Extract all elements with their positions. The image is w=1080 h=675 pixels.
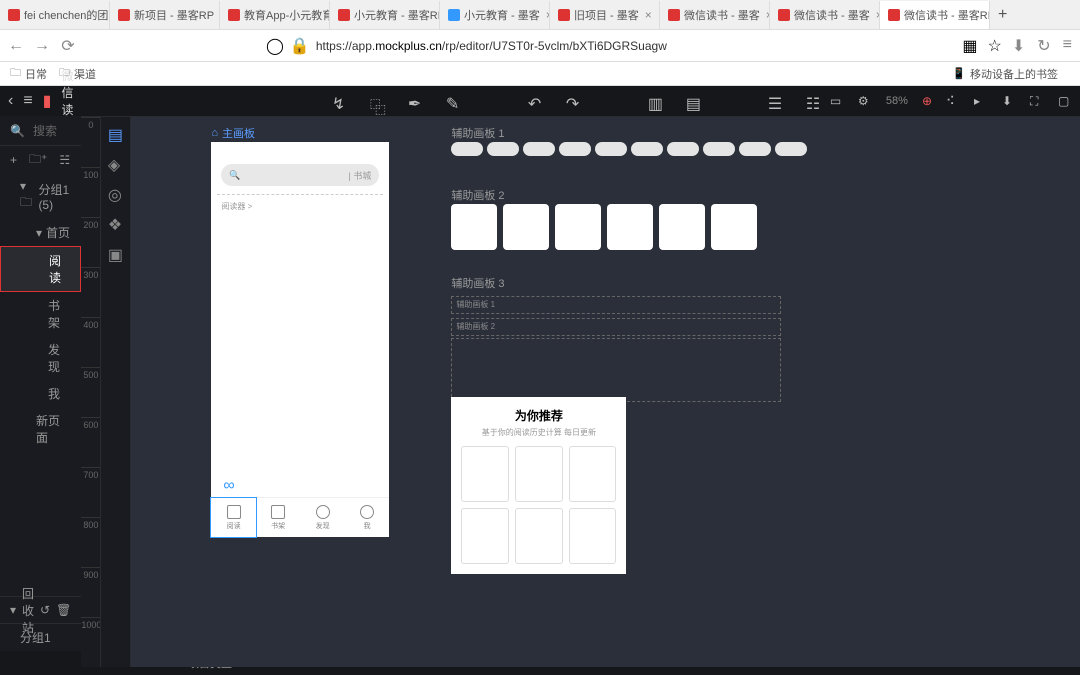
artboard-main[interactable]: 🔍| 书城 阅读器 > ∞ 阅读 书架 发现 我 — [211, 142, 389, 537]
back-icon[interactable]: ‹ — [8, 92, 13, 110]
logo-icon: ▮ — [43, 91, 52, 111]
tree-page-me[interactable]: 我 — [0, 380, 81, 407]
left-sidebar: 🔍 搜索 + 🗀⁺ ☵ ▾ 🗀 分组1 (5) ▾ 首页 阅读 书架 发现 我 … — [0, 116, 81, 651]
pencil-icon[interactable]: ✎ — [446, 94, 460, 108]
download-icon[interactable]: ⬇ — [1002, 94, 1016, 108]
redo-icon[interactable]: ↷ — [566, 94, 580, 108]
browser-tab[interactable]: 小元教育 - 墨客× — [440, 1, 550, 29]
browser-tab[interactable]: 微信读书 - 墨客× — [660, 1, 770, 29]
tree-page-read[interactable]: 阅读 — [0, 246, 81, 292]
trash-icon[interactable]: 🗑 — [56, 603, 71, 617]
bookmark-star-icon[interactable]: ☆ — [988, 36, 1002, 56]
mock-search-bar: 🔍| 书城 — [221, 164, 379, 186]
browser-toolbar: ← → ⟳ ◯ 🔒 https://app.mockplus.cn/rp/edi… — [0, 30, 1080, 62]
target-icon[interactable]: ◎ — [108, 185, 124, 201]
url-bar[interactable]: ◯ 🔒 https://app.mockplus.cn/rp/editor/U7… — [86, 36, 952, 56]
bookmark-folder[interactable]: 🗀 日常 — [10, 64, 47, 83]
bookmarks-bar: 🗀 日常 🗀 渠道 📱 移动设备上的书签 — [0, 62, 1080, 86]
search-placeholder[interactable]: 搜索 — [33, 122, 57, 139]
ruler-vertical: 01002003004005006007008009001000 — [81, 117, 101, 667]
zoom-percentage[interactable]: 58% — [886, 95, 908, 107]
canvas[interactable]: ⌂ 主画板 🔍| 书城 阅读器 > ∞ 阅读 书架 发现 我 辅助画板 1 — [131, 117, 1080, 667]
add-red-icon[interactable]: ⊕ — [922, 94, 932, 108]
browser-tab[interactable]: 旧项目 - 墨客× — [550, 1, 660, 29]
page-tree: ▾ 🗀 分组1 (5) ▾ 首页 阅读 书架 发现 我 新页面 — [0, 174, 81, 596]
link-handle-icon[interactable]: ∞ — [223, 477, 234, 495]
tree-page-home[interactable]: ▾ 首页 — [0, 219, 81, 246]
restore-icon[interactable]: ↺ — [40, 603, 50, 617]
align-h-icon[interactable]: ▥ — [648, 94, 662, 108]
tree-page-discover[interactable]: 发现 — [0, 336, 81, 380]
search-icon[interactable]: 🔍 — [10, 124, 25, 138]
qr-icon[interactable]: ▦ — [962, 36, 977, 56]
connector-icon[interactable]: ↯ — [332, 94, 346, 108]
shield-icon[interactable]: ◯ — [266, 36, 284, 56]
back-button[interactable]: ← — [8, 38, 24, 54]
mock-tab-me[interactable]: 我 — [345, 498, 390, 537]
browser-tab[interactable]: fei chenchen的团队× — [0, 1, 110, 29]
gear-icon[interactable]: ⚙ — [858, 94, 872, 108]
reload-button[interactable]: ⟳ — [60, 38, 76, 54]
new-tab-button[interactable]: + — [990, 6, 1015, 24]
refresh-icon[interactable]: ↻ — [1037, 36, 1050, 56]
align-v-icon[interactable]: ▤ — [686, 94, 700, 108]
artboard-label-aux1[interactable]: 辅助画板 1 — [451, 125, 504, 141]
recommend-card[interactable]: 为你推荐 基于你的阅读历史计算 每日更新 — [451, 397, 626, 574]
tree-group[interactable]: ▾ 🗀 分组1 (5) — [0, 174, 81, 219]
distribute2-icon[interactable]: ☷ — [806, 94, 820, 108]
play-icon[interactable]: ▸ — [974, 94, 988, 108]
browser-tab[interactable]: 微信读书 - 墨客× — [770, 1, 880, 29]
add-artboard-icon[interactable]: ⿻ — [370, 94, 384, 108]
panel-icon[interactable]: ▣ — [108, 245, 124, 261]
menu-icon[interactable]: ≡ — [1063, 36, 1072, 56]
components-icon[interactable]: ▤ — [108, 125, 124, 141]
browser-tab[interactable]: 教育App-小元教育× — [220, 1, 330, 29]
aux-artboard-2[interactable] — [451, 204, 757, 250]
artboard-label-main[interactable]: ⌂ 主画板 — [211, 125, 255, 141]
mock-tabbar: 阅读 书架 发现 我 — [211, 497, 389, 537]
new-folder-icon[interactable]: 🗀⁺ — [29, 150, 47, 171]
browser-tab[interactable]: 小元教育 - 墨客RP× — [330, 1, 440, 29]
forward-button[interactable]: → — [34, 38, 50, 54]
tree-page-shelf[interactable]: 书架 — [0, 292, 81, 336]
bookmark-mobile[interactable]: 📱 移动设备上的书签 — [952, 66, 1058, 82]
expand-icon[interactable]: ⛶ — [1030, 94, 1044, 108]
recommend-title: 为你推荐 — [461, 407, 616, 424]
device-icon[interactable]: ▭ — [830, 94, 844, 108]
share-icon[interactable]: ⠪ — [946, 94, 960, 108]
tool-rail: ▤ ◈ ◎ ❖ ▣ — [101, 117, 131, 667]
add-icon[interactable]: + — [10, 153, 17, 167]
pen-icon[interactable]: ✒ — [408, 94, 422, 108]
recycle-bin-header[interactable]: ▾ 回收站 ↺ 🗑 — [0, 596, 81, 624]
browser-tab[interactable]: 新项目 - 墨客RP× — [110, 1, 220, 29]
artboard-label-aux3[interactable]: 辅助画板 3 — [451, 275, 504, 291]
undo-icon[interactable]: ↶ — [528, 94, 542, 108]
mock-tab-shelf[interactable]: 书架 — [256, 498, 301, 537]
artboard-label-aux2[interactable]: 辅助画板 2 — [451, 187, 504, 203]
browser-tab-strip: fei chenchen的团队× 新项目 - 墨客RP× 教育App-小元教育×… — [0, 0, 1080, 30]
recommend-subtitle: 基于你的阅读历史计算 每日更新 — [461, 427, 616, 438]
app-header: ‹ ≡ ▮ 微信读书 ↯ ⿻ ✒ ✎ ↶ ↷ ▥ ▤ ☰ ☷ ▭ ⚙ 58% ⊕… — [0, 86, 1080, 116]
close-icon[interactable]: × — [645, 8, 652, 22]
mock-breadcrumb: 阅读器 > — [211, 199, 389, 214]
browser-tab-active[interactable]: 微信读书 - 墨客RP× — [880, 1, 990, 29]
list-icon[interactable]: ☵ — [59, 153, 70, 167]
mock-tab-discover[interactable]: 发现 — [300, 498, 345, 537]
distribute-icon[interactable]: ☰ — [768, 94, 782, 108]
layers-icon[interactable]: ❖ — [108, 215, 124, 231]
tree-page-new[interactable]: 新页面 — [0, 407, 81, 451]
lock-icon: 🔒 — [290, 36, 310, 56]
fullscreen-icon[interactable]: ▢ — [1058, 94, 1072, 108]
menu-icon[interactable]: ≡ — [23, 92, 32, 110]
mock-tab-read[interactable]: 阅读 — [211, 498, 256, 537]
download-icon[interactable]: ⬇ — [1012, 36, 1025, 56]
recycle-item[interactable]: 分组1 — [0, 624, 81, 651]
aux-artboard-1[interactable] — [451, 142, 807, 156]
cube-icon[interactable]: ◈ — [108, 155, 124, 171]
aux-artboard-3[interactable]: 辅助画板 1 辅助画板 2 — [451, 292, 781, 402]
